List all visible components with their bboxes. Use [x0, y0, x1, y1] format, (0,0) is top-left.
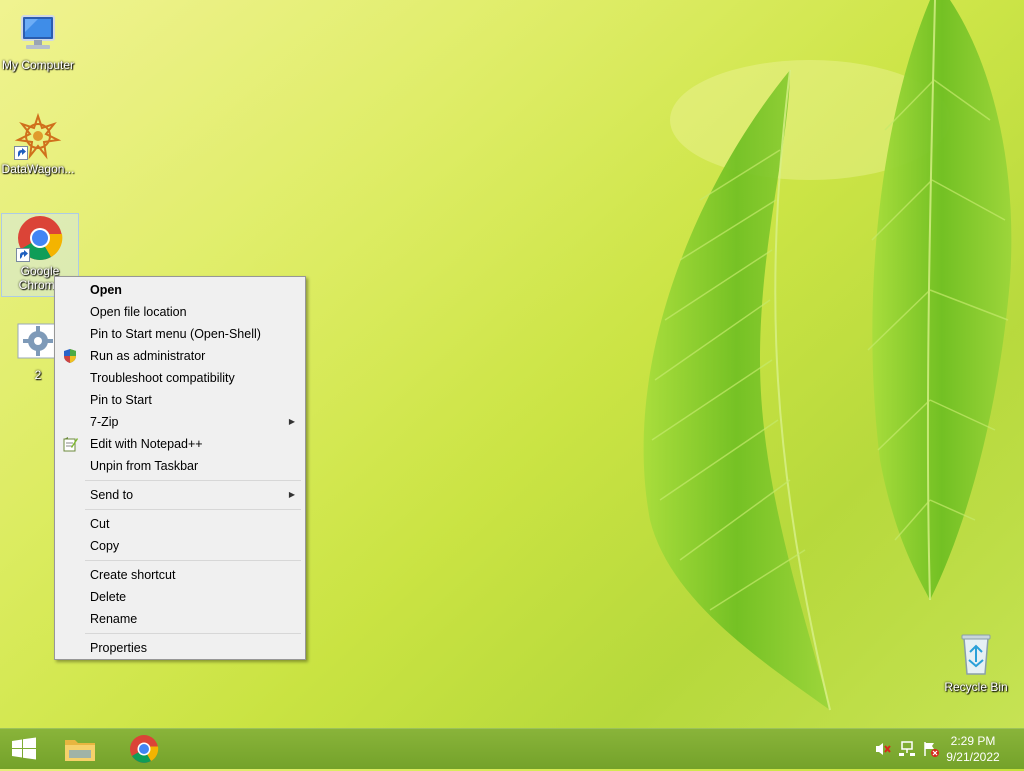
menu-label: Run as administrator	[90, 349, 206, 363]
volume-muted-icon[interactable]	[874, 741, 892, 757]
folder-icon	[65, 740, 95, 761]
menu-label: Properties	[90, 641, 147, 655]
desktop[interactable]: My Computer DataWagon... Google Chrome 2…	[0, 0, 1024, 728]
menu-label: Edit with Notepad++	[90, 437, 203, 451]
menu-label: Pin to Start menu (Open-Shell)	[90, 327, 261, 341]
menu-label: Troubleshoot compatibility	[90, 371, 235, 385]
shortcut-arrow-icon	[16, 248, 30, 262]
menu-label: Send to	[90, 488, 134, 502]
menu-label: Create shortcut	[90, 568, 176, 582]
submenu-arrow-icon: ▶	[288, 417, 295, 426]
shortcut-arrow-icon	[14, 146, 28, 160]
menu-item-rename[interactable]: Rename	[57, 608, 303, 630]
menu-item-create-shortcut[interactable]: Create shortcut	[57, 564, 303, 586]
context-menu: Open Open file location Pin to Start men…	[54, 276, 306, 660]
taskbar-chrome[interactable]	[122, 732, 166, 766]
taskbar-file-explorer[interactable]	[58, 732, 102, 766]
icon-label: DataWagon...	[1, 162, 75, 176]
notepad-plus-plus-icon	[62, 436, 78, 452]
menu-label: Pin to Start	[90, 393, 152, 407]
menu-separator	[85, 633, 301, 634]
computer-icon	[14, 8, 62, 56]
menu-item-properties[interactable]: Properties	[57, 637, 303, 659]
menu-item-open[interactable]: Open	[57, 279, 303, 301]
menu-item-unpin-taskbar[interactable]: Unpin from Taskbar	[57, 455, 303, 477]
system-clock[interactable]: 2:29 PM 9/21/2022	[938, 733, 1008, 765]
datawagon-icon	[14, 112, 62, 160]
network-icon[interactable]	[898, 741, 916, 757]
menu-item-pin-to-start[interactable]: Pin to Start	[57, 389, 303, 411]
desktop-icon-my-computer[interactable]: My Computer	[0, 8, 76, 72]
menu-label: Delete	[90, 590, 127, 604]
clock-time: 2:29 PM	[950, 734, 996, 748]
menu-label: Cut	[90, 517, 110, 531]
submenu-arrow-icon: ▶	[288, 490, 295, 499]
uac-shield-icon	[62, 348, 78, 364]
menu-item-copy[interactable]: Copy	[57, 535, 303, 557]
menu-item-run-as-admin[interactable]: Run as administrator	[57, 345, 303, 367]
menu-separator	[85, 560, 301, 561]
recycle-bin-icon	[952, 630, 1000, 678]
menu-item-open-file-location[interactable]: Open file location	[57, 301, 303, 323]
menu-item-7zip[interactable]: 7-Zip ▶	[57, 411, 303, 433]
menu-label: 7-Zip	[90, 415, 119, 429]
taskbar: 2:29 PM 9/21/2022	[0, 728, 1024, 769]
menu-label: Copy	[90, 539, 120, 553]
desktop-icon-recycle-bin[interactable]: Recycle Bin	[938, 630, 1014, 694]
menu-label: Rename	[90, 612, 138, 626]
icon-label: Recycle Bin	[944, 680, 1008, 694]
chrome-icon	[16, 214, 64, 262]
menu-item-pin-start-menu[interactable]: Pin to Start menu (Open-Shell)	[57, 323, 303, 345]
menu-item-delete[interactable]: Delete	[57, 586, 303, 608]
menu-label: Open	[90, 283, 122, 297]
menu-item-edit-notepad[interactable]: Edit with Notepad++	[57, 433, 303, 455]
menu-label: Open file location	[90, 305, 187, 319]
menu-separator	[85, 509, 301, 510]
desktop-icon-datawagon[interactable]: DataWagon...	[0, 112, 76, 176]
menu-label: Unpin from Taskbar	[90, 459, 199, 473]
menu-item-troubleshoot[interactable]: Troubleshoot compatibility	[57, 367, 303, 389]
menu-item-send-to[interactable]: Send to ▶	[57, 484, 303, 506]
menu-item-cut[interactable]: Cut	[57, 513, 303, 535]
start-button[interactable]	[2, 732, 46, 766]
clock-date: 9/21/2022	[946, 750, 1000, 764]
windows-logo-icon	[12, 737, 36, 760]
menu-separator	[85, 480, 301, 481]
icon-label: My Computer	[1, 58, 75, 72]
chrome-icon	[130, 735, 159, 763]
